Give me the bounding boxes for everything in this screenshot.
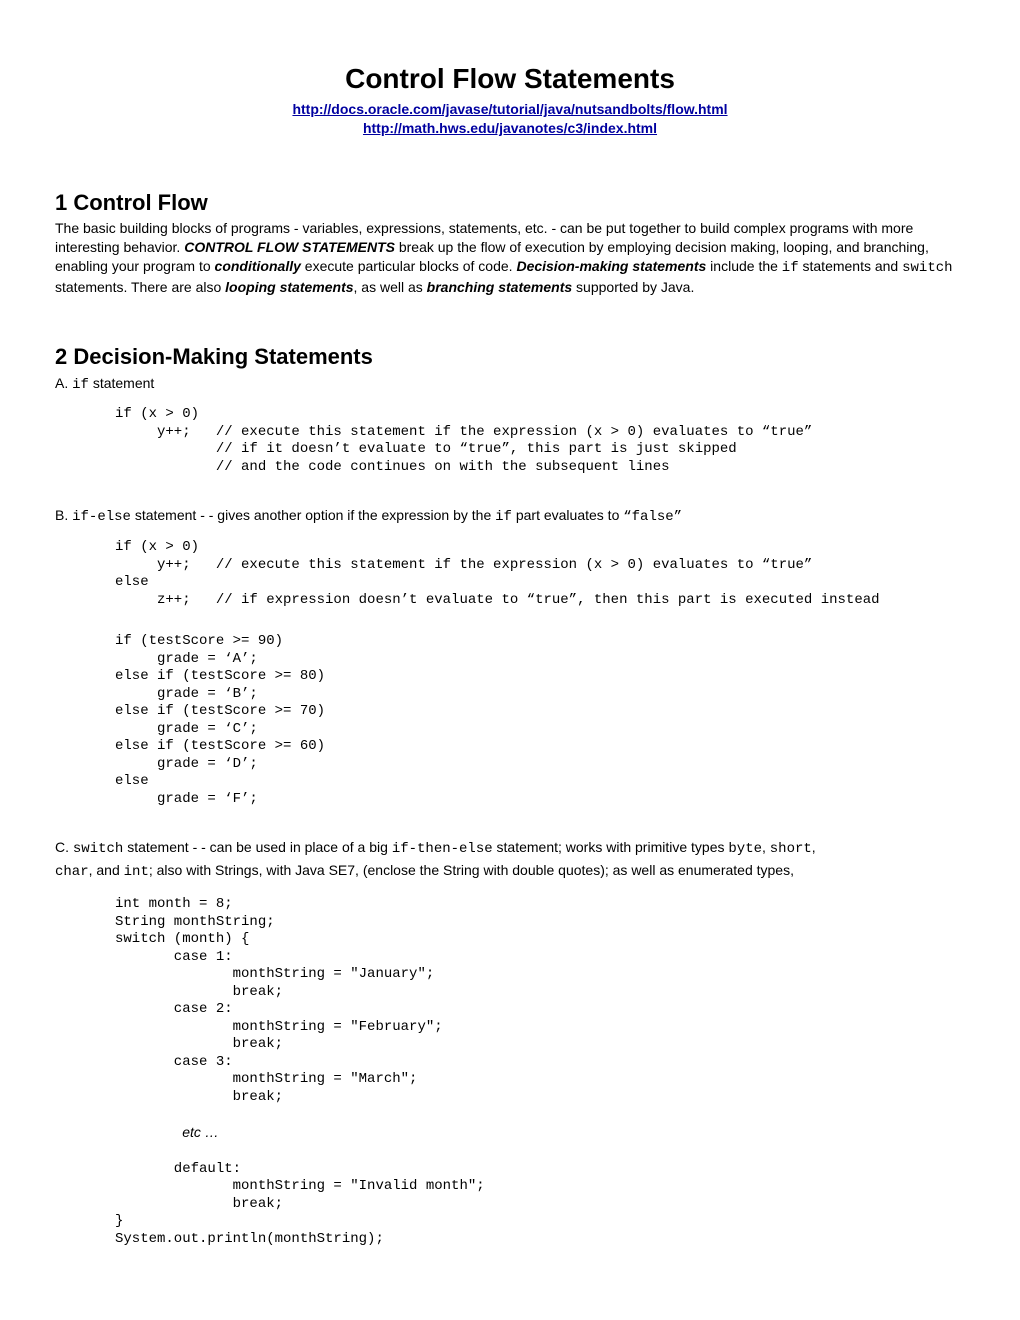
label-c-short: short [770,841,812,857]
link-oracle[interactable]: http://docs.oracle.com/javase/tutorial/j… [292,101,727,117]
label-b-false: “false” [623,509,682,525]
label-c-p2: statement; works with primitive types [493,839,729,855]
s1-loop: looping statements [225,279,353,295]
label-c-pre: C. [55,839,73,855]
label-c-p1: statement - - can be used in place of a … [123,839,392,855]
label-c-rest: ; also with Strings, with Java SE7, (enc… [149,862,794,878]
item-c-label: C. switch statement - - can be used in p… [55,838,965,859]
code-switch-a: int month = 8; String monthString; switc… [115,896,443,1105]
label-a-post: statement [89,375,154,391]
header-links: http://docs.oracle.com/javase/tutorial/j… [55,100,965,138]
code-if-else: if (x > 0) y++; // execute this statemen… [115,539,965,609]
label-c-comma2: , [812,839,816,855]
label-b-mid: statement - - gives another option if th… [131,507,495,523]
label-c-comma1: , [762,839,770,855]
item-b-label: B. if-else statement - - gives another o… [55,506,965,527]
label-b-code1: if-else [72,509,131,525]
code-if: if (x > 0) y++; // execute this statemen… [115,406,965,476]
s1-switch-code: switch [902,260,952,276]
label-c-code1: switch [73,841,123,857]
s1-cfs: CONTROL FLOW STATEMENTS [184,239,395,255]
s1-branch: branching statements [427,279,572,295]
label-c-int: int [124,864,149,880]
label-b-code2: if [495,509,512,525]
s1-text: include the [706,258,782,274]
s1-cond: conditionally [215,258,301,274]
s1-text: supported by Java. [572,279,694,295]
page-title: Control Flow Statements [55,60,965,98]
code-switch-b: default: monthString = "Invalid month"; … [115,1161,485,1247]
s1-text: statements and [799,258,903,274]
s1-text: execute particular blocks of code. [301,258,517,274]
section-1-heading: 1 Control Flow [55,188,965,218]
label-c-byte: byte [728,841,762,857]
label-c-code2: if-then-else [392,841,493,857]
s1-text: statements. There are also [55,279,225,295]
section-1-paragraph: The basic building blocks of programs - … [55,219,965,297]
code-grade: if (testScore >= 90) grade = ‘A’; else i… [115,633,965,808]
code-switch-etc: etc … [182,1124,219,1140]
s1-dms: Decision-making statements [516,258,706,274]
label-b-post: part evaluates to [512,507,623,523]
s1-text: , as well as [354,279,427,295]
label-b-pre: B. [55,507,72,523]
item-c-line2: char, and int; also with Strings, with J… [55,861,965,882]
s1-if-code: if [782,260,799,276]
item-a-label: A. if statement [55,374,965,395]
section-2-heading: 2 Decision-Making Statements [55,342,965,372]
label-a-pre: A. [55,375,72,391]
label-c-and: , and [89,862,124,878]
label-c-char: char [55,864,89,880]
code-switch: int month = 8; String monthString; switc… [115,896,965,1248]
link-hws[interactable]: http://math.hws.edu/javanotes/c3/index.h… [363,120,657,136]
label-a-code: if [72,377,89,393]
